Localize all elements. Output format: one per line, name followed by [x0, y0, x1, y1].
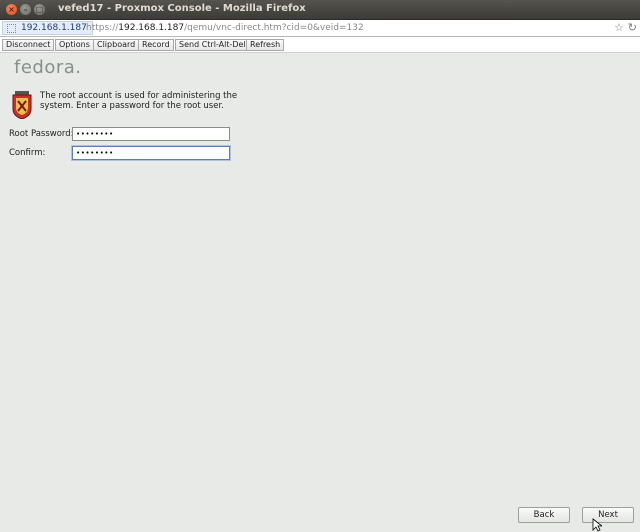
window-title: vefed17 - Proxmox Console - Mozilla Fire…	[58, 3, 306, 14]
url-prefix: https://	[86, 23, 119, 33]
root-password-label: Root Password:	[9, 129, 74, 139]
reload-icon[interactable]: ↻	[628, 21, 637, 34]
next-button[interactable]: Next	[582, 507, 634, 523]
vnc-toolbar: Disconnect Options Clipboard Record Send…	[0, 37, 640, 53]
options-button[interactable]: Options	[55, 39, 94, 51]
disconnect-button[interactable]: Disconnect	[2, 39, 55, 51]
back-button[interactable]: Back	[518, 507, 570, 523]
root-account-description: The root account is used for administeri…	[40, 91, 238, 111]
window-minimize-button[interactable]: –	[20, 4, 31, 15]
site-identity-label: 192.168.1.187	[21, 23, 87, 33]
fedora-logo: fedora.	[14, 57, 82, 78]
root-password-field[interactable]: ••••••••	[72, 127, 230, 141]
window-close-button[interactable]: ×	[6, 4, 17, 15]
clipboard-button[interactable]: Clipboard	[93, 39, 140, 51]
star-icon[interactable]: ☆	[614, 21, 624, 34]
window-maximize-button[interactable]: □	[34, 4, 45, 15]
url-bar[interactable]: 192.168.1.187 https://192.168.1.187/qemu…	[0, 20, 640, 37]
confirm-password-field[interactable]: ••••••••	[72, 146, 230, 160]
installer-screen: fedora. The root account is used for adm…	[0, 53, 640, 532]
refresh-button[interactable]: Refresh	[246, 39, 285, 51]
site-identity-button[interactable]: 192.168.1.187	[2, 21, 93, 35]
send-ctrl-alt-del-button[interactable]: Send Ctrl-Alt-Del	[175, 39, 250, 51]
url-host: 192.168.1.187	[118, 23, 185, 33]
mouse-pointer-icon	[592, 518, 602, 532]
confirm-password-label: Confirm:	[9, 148, 46, 158]
url-text[interactable]: https://192.168.1.187/qemu/vnc-direct.ht…	[86, 23, 364, 33]
url-path: /qemu/vnc-direct.htm?cid=0&veid=132	[184, 23, 364, 33]
page-icon	[7, 24, 16, 33]
window-titlebar: × – □ vefed17 - Proxmox Console - Mozill…	[0, 0, 640, 20]
fedora-logo-text: fedora	[14, 57, 76, 78]
record-button[interactable]: Record	[138, 39, 174, 51]
root-user-icon	[12, 91, 32, 119]
